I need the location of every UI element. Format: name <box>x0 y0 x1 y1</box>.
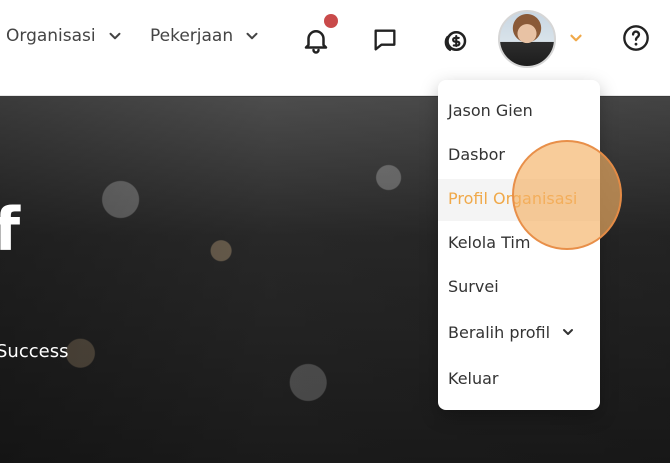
chevron-down-icon <box>563 329 574 335</box>
profile-menu-toggle[interactable] <box>566 28 586 48</box>
messages-button[interactable] <box>368 23 402 57</box>
chevron-down-icon <box>109 32 121 40</box>
nav-item-organisasi[interactable]: Organisasi <box>6 26 124 46</box>
nav-item-label: Pekerjaan <box>150 26 234 46</box>
chevron-down-icon <box>570 34 582 42</box>
avatar[interactable] <box>498 10 556 68</box>
menu-item-label: Beralih profil <box>448 322 551 342</box>
coins-button[interactable] <box>438 24 472 58</box>
click-indicator <box>512 140 622 250</box>
menu-item-survei[interactable]: Survei <box>448 274 499 298</box>
menu-item-keluar[interactable]: Keluar <box>448 366 499 390</box>
coin-icon <box>444 31 467 51</box>
nav-item-pekerjaan[interactable]: Pekerjaan <box>150 26 261 46</box>
nav-item-label: Organisasi <box>6 26 96 46</box>
menu-item-kelola-tim[interactable]: Kelola Tim <box>448 230 530 254</box>
menu-item-dasbor[interactable]: Dasbor <box>448 142 505 166</box>
help-icon <box>623 25 649 51</box>
menu-item-beralih-profil[interactable]: Beralih profil <box>448 320 576 344</box>
menu-item-jason-gien[interactable]: Jason Gien <box>448 98 533 122</box>
chevron-down-icon <box>246 32 258 40</box>
hero-heading-fragment: f <box>0 195 21 265</box>
hero-subtitle: Success <box>0 341 69 362</box>
bell-icon <box>304 30 328 54</box>
notifications-button[interactable] <box>298 14 338 58</box>
help-button[interactable] <box>620 22 652 54</box>
chat-icon <box>374 29 396 51</box>
notification-badge <box>324 14 338 28</box>
